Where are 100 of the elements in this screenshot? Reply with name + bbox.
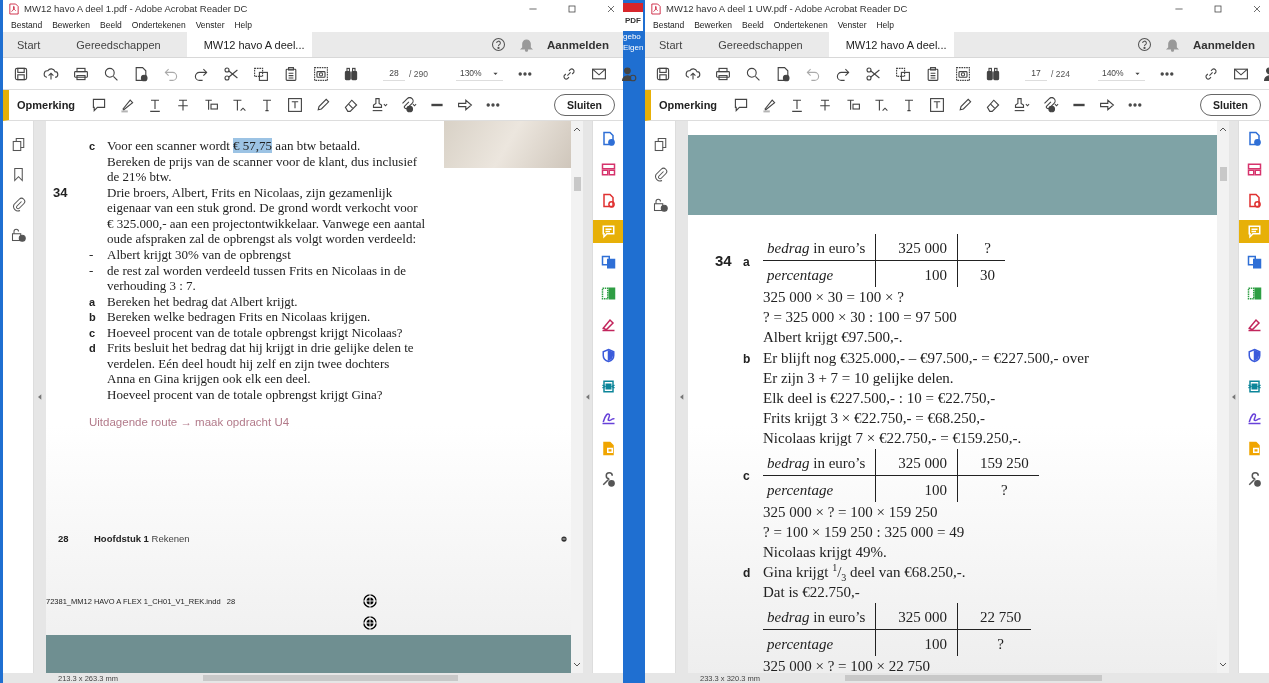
scroll-up-icon[interactable] — [1219, 126, 1227, 132]
save-icon[interactable] — [13, 65, 29, 82]
tab[interactable]: Start — [3, 32, 63, 57]
text-insert-icon[interactable] — [231, 97, 248, 113]
close-button[interactable]: Sluiten — [1200, 94, 1261, 116]
save-icon[interactable] — [655, 65, 671, 82]
table-cell: 100 — [875, 629, 958, 656]
copy-icon[interactable] — [253, 65, 269, 82]
table-cell: percentage — [763, 629, 876, 656]
close-button[interactable]: Sluiten — [554, 94, 615, 116]
copy-icon[interactable] — [895, 65, 911, 82]
camera-icon[interactable] — [313, 65, 329, 82]
zoom-dropdown[interactable]: 140% — [1097, 66, 1145, 81]
collapse-arrow-icon[interactable] — [38, 394, 42, 400]
binoculars-icon[interactable] — [343, 65, 359, 82]
binoculars-icon[interactable] — [985, 65, 1001, 82]
item-label: c — [89, 140, 96, 152]
eraser-icon[interactable] — [343, 97, 360, 113]
attach-icon[interactable] — [400, 97, 418, 113]
menu-item[interactable]: Ondertekenen — [131, 19, 186, 30]
menu-item[interactable]: Venster — [837, 19, 867, 30]
arrow-icon[interactable] — [1099, 97, 1116, 113]
stamp-icon[interactable] — [1013, 97, 1031, 113]
menu-item[interactable]: Beeld — [100, 19, 122, 30]
scroll-thumb[interactable] — [1219, 167, 1227, 181]
menu-item[interactable]: Bestand — [11, 19, 43, 30]
scroll-down-icon[interactable] — [573, 662, 581, 668]
help-icon[interactable] — [491, 37, 506, 52]
pages-icon[interactable] — [10, 137, 26, 152]
upload-icon[interactable] — [43, 65, 59, 82]
maximize-icon[interactable] — [1212, 2, 1224, 15]
menu-item[interactable]: Venster — [195, 19, 225, 30]
upload-icon[interactable] — [685, 65, 701, 82]
menu-item[interactable]: Ondertekenen — [773, 19, 828, 30]
pdf-desktop-icon[interactable]: PDF — [623, 3, 643, 31]
text-comment-icon[interactable] — [203, 97, 220, 113]
pencil-icon[interactable] — [315, 97, 332, 113]
pencil-icon[interactable] — [957, 97, 974, 113]
arrow-icon[interactable] — [457, 97, 474, 113]
sign-link-icon[interactable] — [1202, 65, 1219, 82]
comment-icon[interactable] — [91, 97, 108, 113]
paperclip-icon[interactable] — [652, 167, 668, 182]
tab[interactable]: MW12 havo A deel... — [828, 32, 954, 57]
maximize-icon[interactable] — [566, 2, 578, 15]
vertical-scrollbar[interactable] — [571, 121, 583, 673]
print-icon[interactable] — [715, 65, 731, 82]
toolbar-title: Opmerking — [17, 99, 76, 111]
scroll-up-icon[interactable] — [573, 126, 581, 132]
scissors-icon[interactable] — [223, 65, 239, 82]
lock-icon[interactable] — [10, 227, 26, 242]
collapse-arrow-icon[interactable] — [1231, 394, 1236, 400]
menu-item[interactable]: Bewerken — [694, 19, 732, 30]
search-icon[interactable] — [745, 65, 761, 82]
lock-icon[interactable] — [652, 197, 668, 212]
search-icon[interactable] — [103, 65, 119, 82]
text-insert-icon[interactable] — [873, 97, 890, 113]
item-label: d — [743, 566, 751, 581]
scroll-down-icon[interactable] — [1219, 662, 1227, 668]
text-line: Er zijn 3 + 7 = 10 gelijke delen. — [763, 368, 955, 388]
highlighter-icon[interactable] — [761, 97, 778, 113]
collapse-arrow-icon[interactable] — [585, 394, 590, 400]
text-line: Dat is €22.750,- — [763, 583, 861, 603]
camera-icon[interactable] — [955, 65, 971, 82]
collapse-arrow-icon[interactable] — [680, 394, 684, 400]
table-cell: 100 — [875, 475, 958, 502]
paperclip-icon[interactable] — [10, 197, 26, 212]
desktop-icon-label: Eigen — [623, 43, 644, 53]
highlighter-icon[interactable] — [119, 97, 136, 113]
menu-item[interactable]: Help — [234, 19, 252, 30]
scroll-thumb[interactable] — [573, 177, 581, 191]
file-check-icon[interactable] — [133, 65, 149, 82]
text-comment-icon[interactable] — [845, 97, 862, 113]
menu-item[interactable]: Beeld — [742, 19, 764, 30]
print-icon[interactable] — [73, 65, 89, 82]
tab[interactable]: Start — [645, 32, 705, 57]
textbox-icon[interactable] — [287, 97, 304, 113]
user-add-icon[interactable] — [620, 65, 637, 82]
tab[interactable]: MW12 havo A deel... — [186, 32, 312, 57]
menu-item[interactable]: Help — [876, 19, 894, 30]
sign-in-link[interactable]: Aanmelden — [547, 38, 609, 51]
pages-icon[interactable] — [652, 137, 668, 152]
tab[interactable]: Gereedschappen — [62, 32, 187, 57]
help-icon[interactable] — [1137, 37, 1152, 52]
file-check-icon[interactable] — [775, 65, 791, 82]
menu-item[interactable]: Bestand — [653, 19, 685, 30]
tab[interactable]: Gereedschappen — [704, 32, 829, 57]
sign-in-link[interactable]: Aanmelden — [1193, 38, 1255, 51]
clipboard-icon[interactable] — [925, 65, 941, 82]
zoom-dropdown[interactable]: 130% — [455, 66, 503, 81]
sign-link-icon[interactable] — [560, 65, 577, 82]
route-link[interactable]: Uitdagende route → maak opdracht U4 — [89, 416, 290, 428]
vertical-scrollbar[interactable] — [1217, 121, 1229, 673]
eraser-icon[interactable] — [985, 97, 1002, 113]
textbox-icon[interactable] — [929, 97, 946, 113]
attach-icon[interactable] — [1042, 97, 1060, 113]
scissors-icon[interactable] — [865, 65, 881, 82]
clipboard-icon[interactable] — [283, 65, 299, 82]
stamp-icon[interactable] — [371, 97, 389, 113]
comment-icon[interactable] — [733, 97, 750, 113]
menu-item[interactable]: Bewerken — [52, 19, 90, 30]
